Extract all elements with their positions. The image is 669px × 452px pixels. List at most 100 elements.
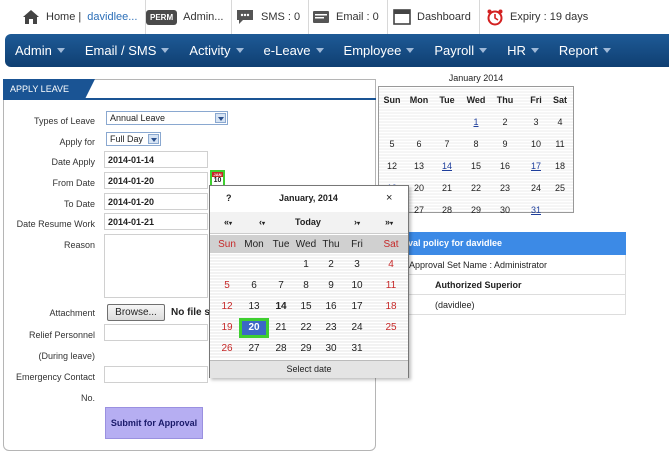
calendar-day[interactable]: 5 (214, 280, 240, 291)
calendar-day[interactable]: 8 (293, 280, 319, 291)
weekday-header: Wed (466, 95, 486, 105)
home-link[interactable]: Home | davidlee... (14, 0, 147, 34)
email-link[interactable]: Email : 0 (304, 0, 388, 34)
calendar-day[interactable]: 25 (378, 322, 404, 333)
nav-dot-icon: ▾ (262, 221, 266, 227)
calendar-day[interactable]: 30 (318, 343, 344, 354)
to-date-field[interactable]: 2014-01-20 (104, 193, 208, 210)
calendar-day[interactable]: 31 (344, 343, 370, 354)
calendar-day: 25 (554, 183, 565, 193)
nav-hr[interactable]: HR (497, 34, 549, 67)
weekday-header: Thu (496, 95, 514, 105)
calendar-day[interactable]: 24 (344, 322, 370, 333)
weekday-header: Sat (383, 239, 399, 250)
calendar-day[interactable]: 17 (344, 301, 370, 312)
emergency-contact-field[interactable] (104, 366, 208, 383)
calendar-day[interactable]: 10 (344, 280, 370, 291)
calendar-day: 8 (473, 139, 479, 149)
calendar-day[interactable]: 19 (214, 322, 240, 333)
user-link[interactable]: davidlee... (87, 11, 137, 23)
calendar-day[interactable]: 9 (318, 280, 344, 291)
calendar-day[interactable]: 6 (241, 280, 267, 291)
calendar-day: 9 (502, 139, 508, 149)
nav-eleave[interactable]: e-Leave (254, 34, 334, 67)
calendar-day[interactable]: 14 (268, 301, 294, 312)
nav-employee[interactable]: Employee (334, 34, 425, 67)
right-calendar-title: January 2014 (448, 73, 504, 83)
calendar-day[interactable]: 7 (268, 280, 294, 291)
calendar-day[interactable]: 14 (434, 161, 460, 171)
calendar-day[interactable]: 3 (344, 259, 370, 270)
prev-year-button[interactable]: «▾ (224, 217, 232, 227)
today-button[interactable]: Today (295, 217, 321, 227)
weekday-header: Fri (530, 95, 542, 105)
calendar-day[interactable]: 15 (293, 301, 319, 312)
calendar-day[interactable]: 13 (241, 301, 267, 312)
close-button[interactable]: × (386, 192, 392, 204)
calendar-day[interactable]: 26 (214, 343, 240, 354)
apply-for-value: Full Day (110, 134, 144, 144)
calendar-day[interactable]: 22 (293, 322, 319, 333)
calendar-day: 30 (499, 205, 510, 215)
caret-down-icon (235, 48, 244, 53)
calendar-day[interactable]: 16 (318, 301, 344, 312)
calendar-day[interactable]: 4 (378, 259, 404, 270)
perm-badge: PERM (146, 9, 178, 25)
calendar-day[interactable]: 28 (268, 343, 294, 354)
nav-payroll[interactable]: Payroll (424, 34, 497, 67)
help-button[interactable]: ? (226, 193, 232, 203)
apply-leave-tab[interactable]: APPLY LEAVE (3, 79, 95, 99)
calendar-day[interactable]: 21 (268, 322, 294, 333)
next-year-button[interactable]: »▾ (385, 217, 393, 227)
types-of-leave-select[interactable]: Annual Leave (106, 111, 228, 125)
calendar-day[interactable]: 1 (293, 259, 319, 270)
weekday-header: Sat (552, 95, 567, 105)
expiry-info: Expiry : 19 days (478, 0, 596, 34)
calendar-day[interactable]: 31 (523, 205, 549, 215)
emergency-contact-label: Emergency Contact (15, 372, 95, 382)
nav-label: Activity (189, 43, 231, 58)
weekday-header: Fri (351, 239, 363, 250)
calendar-day: 23 (499, 183, 510, 193)
calendar-day: 29 (470, 205, 481, 215)
from-date-field[interactable]: 2014-01-20 (104, 172, 208, 189)
calendar-day[interactable]: 29 (293, 343, 319, 354)
calendar-day: 5 (389, 139, 395, 149)
submit-for-approval-button[interactable]: Submit for Approval (105, 407, 203, 439)
calendar-day[interactable]: 2 (318, 259, 344, 270)
calendar-day[interactable]: 17 (523, 161, 549, 171)
next-month-button[interactable]: ›▾ (354, 217, 360, 227)
calendar-day: 6 (416, 139, 422, 149)
caret-down-icon (530, 48, 539, 53)
calendar-day[interactable]: 12 (214, 301, 240, 312)
nav-activity[interactable]: Activity (179, 34, 253, 67)
calendar-day[interactable]: 11 (378, 280, 404, 291)
calendar-day: 24 (530, 183, 541, 193)
nav-label: Report (558, 43, 598, 58)
weekday-header: Mon (409, 95, 429, 105)
reason-textarea[interactable] (104, 234, 208, 298)
prev-month-button[interactable]: ‹▾ (259, 217, 265, 227)
calendar-day[interactable]: 1 (463, 117, 489, 127)
calendar-day[interactable]: 18 (378, 301, 404, 312)
nav-email-sms[interactable]: Email / SMS (75, 34, 180, 67)
dashboard-link[interactable]: Dashboard (385, 0, 480, 34)
nav-label: HR (507, 43, 526, 58)
nav-report[interactable]: Report (549, 34, 621, 67)
date-apply-field: 2014-01-14 (104, 151, 208, 168)
sms-link[interactable]: SMS : 0 (227, 0, 310, 34)
admin-perm-link[interactable]: PERM Admin... (138, 0, 233, 34)
admin-label: Admin... (183, 11, 224, 23)
nav-admin[interactable]: Admin (5, 34, 75, 67)
calendar-day: 18 (554, 161, 565, 171)
apply-for-select[interactable]: Full Day (106, 132, 161, 146)
calendar-day: 3 (533, 117, 539, 127)
browse-button[interactable]: Browse... (107, 304, 165, 321)
calendar-day[interactable]: 23 (318, 322, 344, 333)
relief-personnel-field[interactable] (104, 324, 208, 341)
selected-day[interactable]: 20 (239, 318, 269, 338)
calendar-day[interactable]: 27 (241, 343, 267, 354)
calendar-day: 16 (499, 161, 510, 171)
no-label: No. (80, 393, 95, 403)
date-picker-title-row: ? January, 2014 × (210, 186, 408, 210)
